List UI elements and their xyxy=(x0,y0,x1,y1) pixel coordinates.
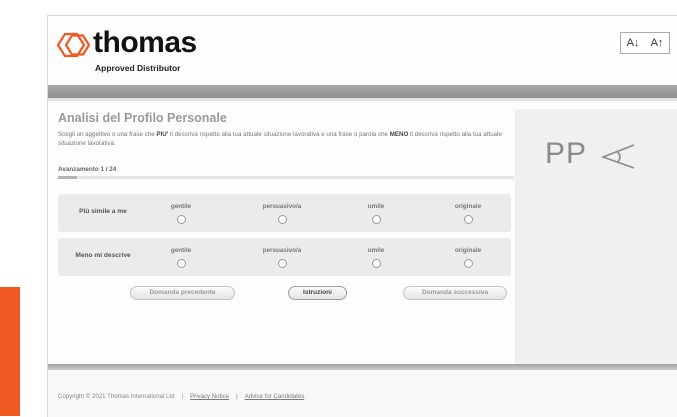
instructions-part: Scegli un aggettivo o una frase che xyxy=(58,131,157,138)
radio-button[interactable] xyxy=(463,259,473,268)
instructions-emphasis-least: MENO xyxy=(389,131,409,138)
radio-button[interactable] xyxy=(463,215,473,224)
footer-separator: | xyxy=(181,393,184,400)
header-subbar xyxy=(48,98,677,101)
option-label: originale xyxy=(454,203,482,210)
option-label: persuasivo/a xyxy=(262,203,302,210)
page-title: Analisi del Profilo Personale xyxy=(58,111,227,125)
instructions-text: Scegli un aggettivo o una frase che PIU'… xyxy=(58,131,523,149)
option-originale-most[interactable]: originale xyxy=(433,203,503,229)
app-window: thomas Approved Distributor A↓ A↑ Analis… xyxy=(47,15,677,417)
option-label: gentile xyxy=(170,247,192,254)
previous-question-button[interactable]: Domanda precedente xyxy=(130,286,235,300)
instructions-emphasis-most: PIU' xyxy=(156,131,169,138)
row-label: Più simile a me xyxy=(79,208,127,215)
option-gentile-most[interactable]: gentile xyxy=(146,203,216,229)
font-size-controls: A↓ A↑ xyxy=(620,32,670,54)
radio-button[interactable] xyxy=(277,215,287,224)
row-label: Meno mi descrive xyxy=(75,252,131,259)
thomas-logo: thomas Approved Distributor xyxy=(55,26,215,76)
radio-button[interactable] xyxy=(277,259,287,268)
radio-button[interactable] xyxy=(176,215,186,224)
option-label: umile xyxy=(367,247,385,254)
ppa-logo: PP xyxy=(545,137,635,171)
option-label: gentile xyxy=(170,203,192,210)
instructions-button[interactable]: Istruzioni xyxy=(288,286,347,300)
ppa-logo-triangle-icon xyxy=(600,144,635,169)
radio-button[interactable] xyxy=(176,259,186,268)
increase-font-button[interactable]: A↑ xyxy=(651,37,664,49)
instructions-part: ti descriva rispetto alla tua attuale si… xyxy=(168,131,390,138)
brand-name: thomas xyxy=(93,26,197,59)
header-bar xyxy=(48,85,677,98)
radio-button[interactable] xyxy=(371,259,381,268)
footer: Copyright © 2021 Thomas International Lt… xyxy=(58,393,304,400)
next-question-button[interactable]: Domanda successiva xyxy=(403,286,507,300)
brand-accent-bar xyxy=(0,287,20,416)
option-label: persuasivo/a xyxy=(262,247,302,254)
radio-button[interactable] xyxy=(371,215,381,224)
footer-separator: | xyxy=(236,393,238,400)
privacy-notice-link[interactable]: Privacy Notice xyxy=(190,393,229,400)
brand-tagline: Approved Distributor xyxy=(95,63,181,73)
question-row-most: Più simile a me gentile persuasivo/a umi… xyxy=(58,194,511,232)
question-row-least: Meno mi descrive gentile persuasivo/a um… xyxy=(58,238,511,276)
side-panel: PP xyxy=(515,109,677,364)
option-originale-least[interactable]: originale xyxy=(433,247,503,273)
progress-bar xyxy=(58,176,514,179)
option-persuasivo-most[interactable]: persuasivo/a xyxy=(247,203,317,229)
progress-fill xyxy=(58,176,77,179)
option-umile-least[interactable]: umile xyxy=(341,247,411,273)
ppa-logo-text: PP xyxy=(545,137,588,170)
option-gentile-least[interactable]: gentile xyxy=(146,247,216,273)
option-label: originale xyxy=(454,247,482,254)
option-label: umile xyxy=(367,203,385,210)
thomas-logo-icon xyxy=(56,32,91,58)
advice-for-candidates-link[interactable]: Advice for Candidates xyxy=(245,393,305,400)
copyright-text: Copyright © 2021 Thomas International Lt… xyxy=(58,393,175,400)
decrease-font-button[interactable]: A↓ xyxy=(627,37,640,49)
option-umile-most[interactable]: umile xyxy=(341,203,411,229)
progress-label: Avanzamento 1 / 24 xyxy=(58,166,117,173)
option-persuasivo-least[interactable]: persuasivo/a xyxy=(247,247,317,273)
